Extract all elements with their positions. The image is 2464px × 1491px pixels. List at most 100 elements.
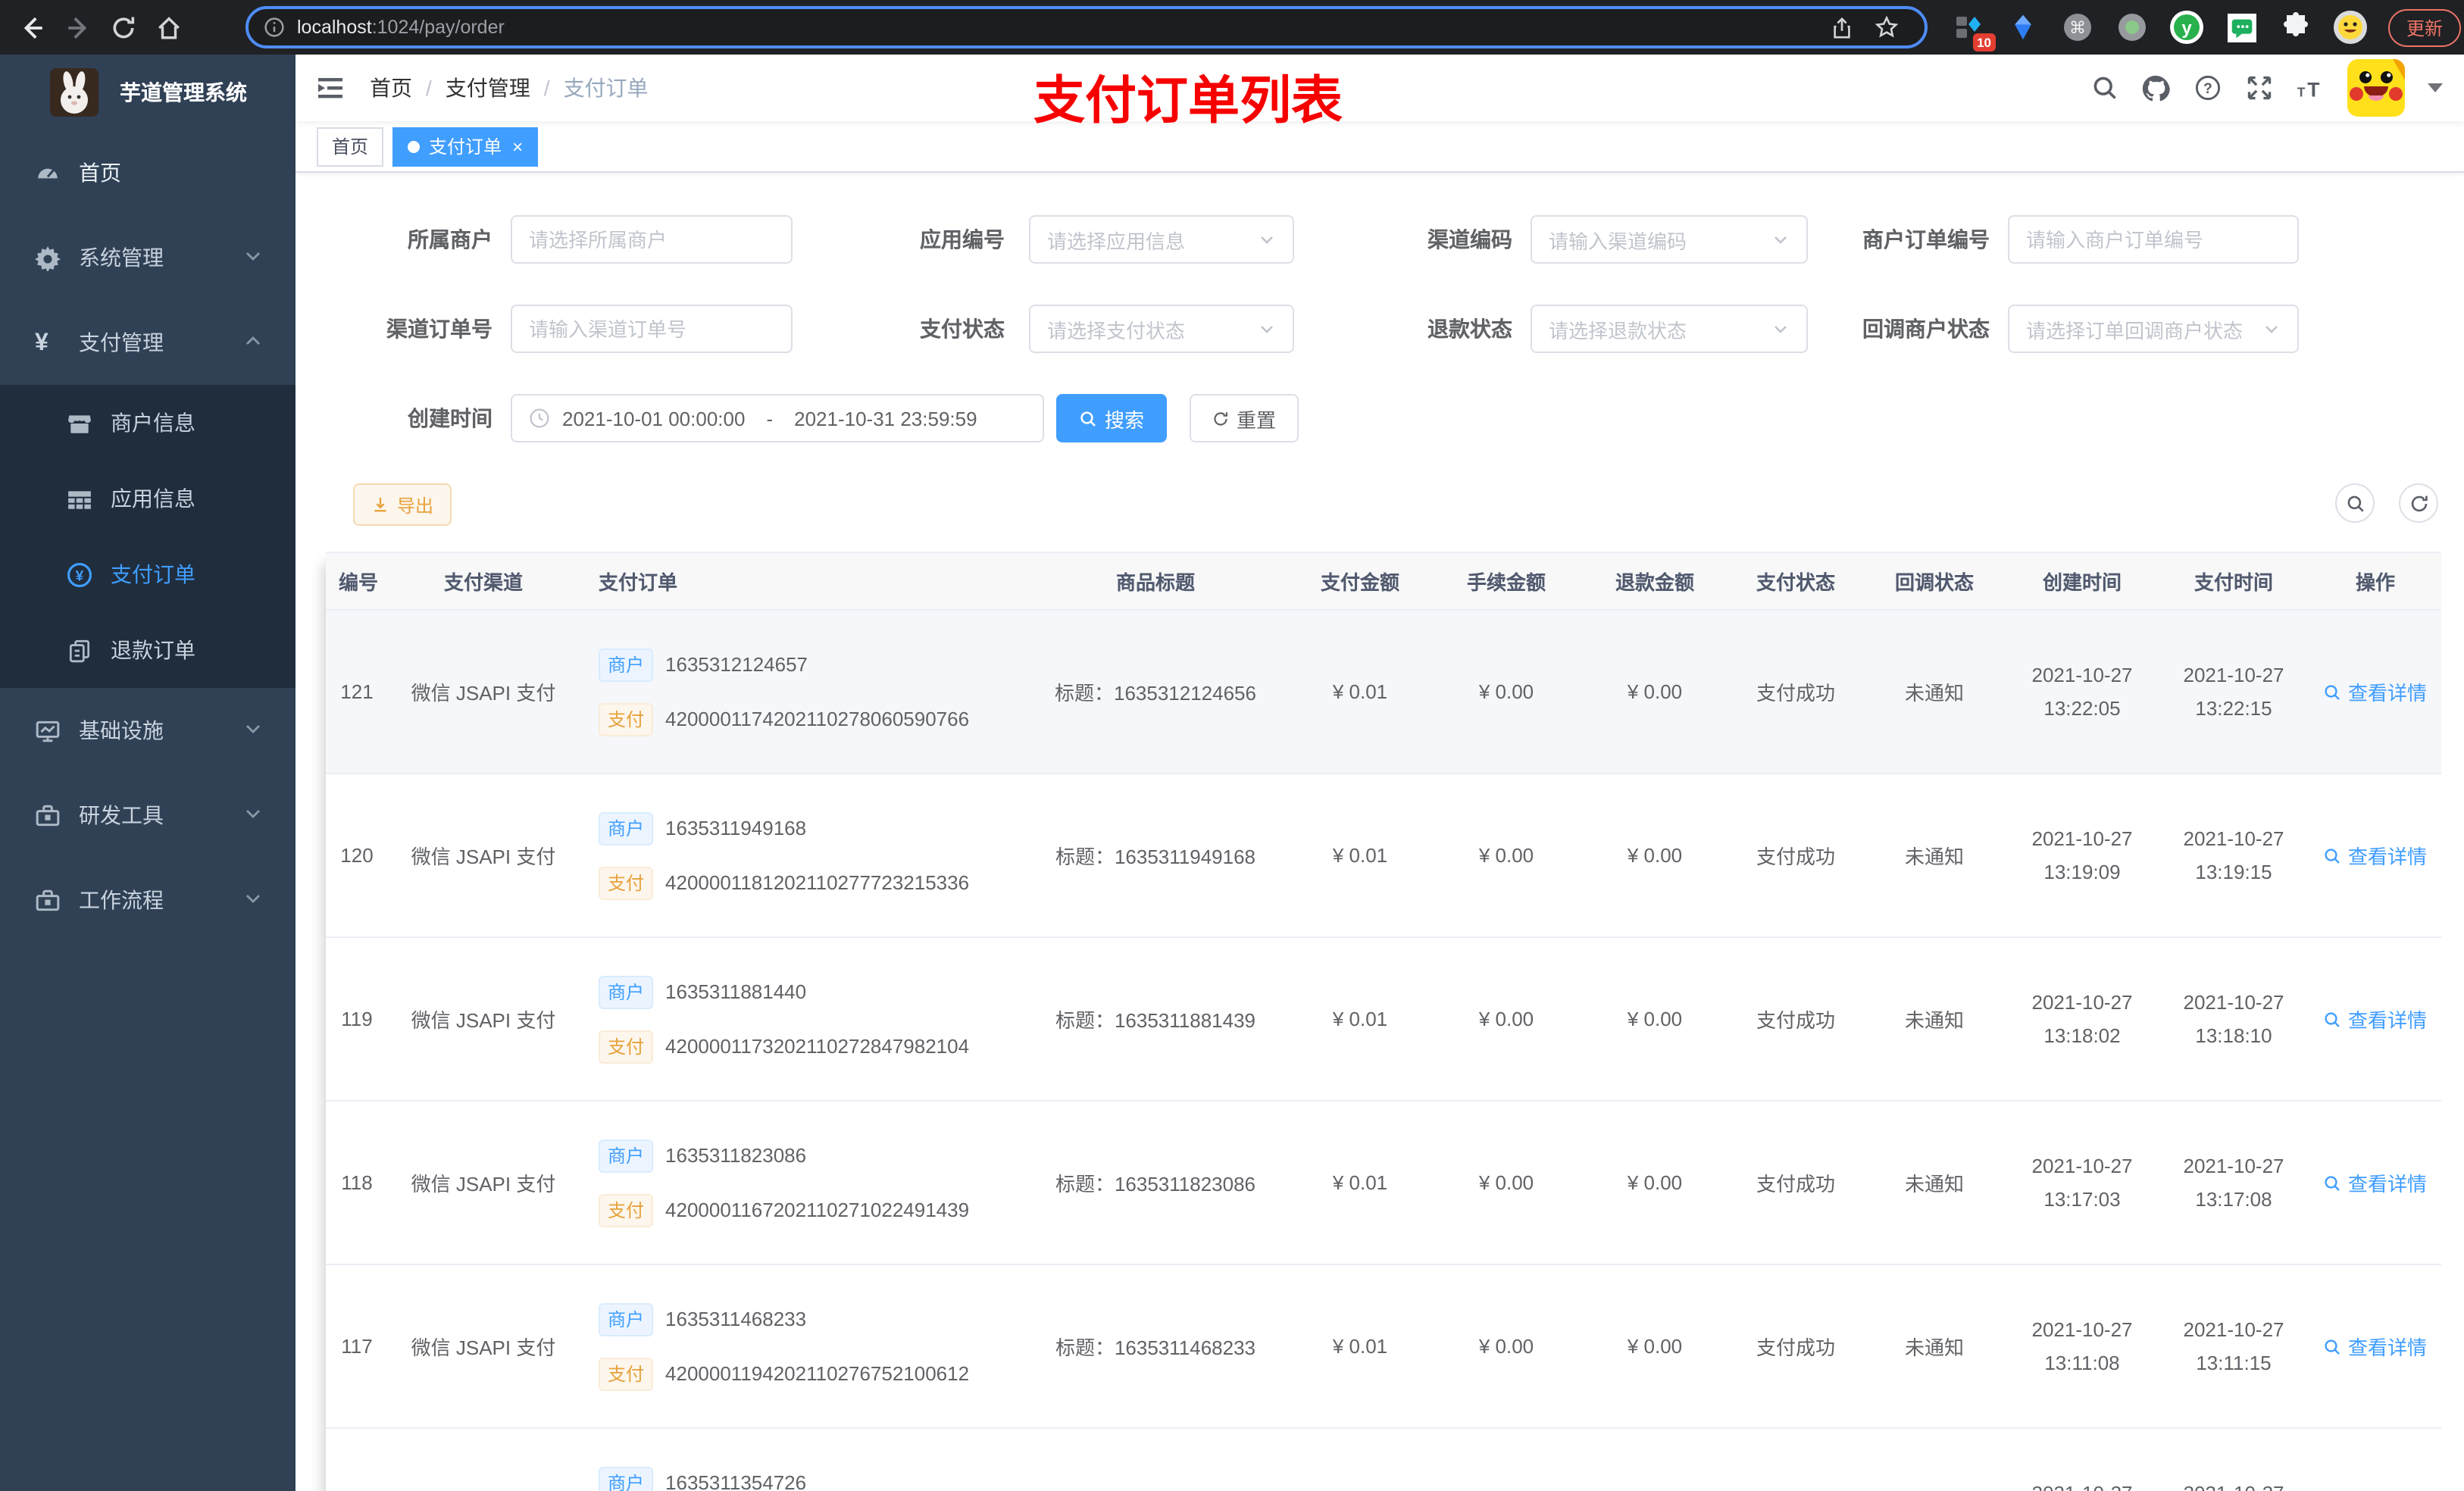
gear-icon [35, 245, 61, 270]
documents-icon [67, 637, 92, 663]
sidebar-submenu-pay: 商户信息 应用信息 ¥ 支付订单 退款订单 [0, 385, 295, 688]
extension-gem-icon[interactable] [2006, 11, 2040, 44]
merchant-input[interactable] [511, 215, 793, 264]
sidebar-item-refund-order[interactable]: 退款订单 [0, 612, 295, 688]
refund-status-select[interactable]: 请选择退款状态 [1531, 305, 1808, 353]
pay-status-select[interactable]: 请选择支付状态 [1029, 305, 1294, 353]
sidebar-item-merchant-info[interactable]: 商户信息 [0, 385, 295, 461]
merchant-order-no: 1635311468233 [665, 1308, 807, 1330]
extension-emoji-icon[interactable] [2334, 11, 2367, 44]
extension-recorder-icon[interactable] [2115, 11, 2149, 44]
extension-y-icon[interactable]: y [2170, 11, 2203, 44]
extension-chat-icon[interactable] [2225, 11, 2258, 44]
avatar[interactable] [2347, 59, 2405, 117]
sidebar-item-infra[interactable]: 基础设施 [0, 688, 295, 773]
site-info-icon[interactable] [264, 17, 285, 38]
fullscreen-icon[interactable] [2244, 73, 2273, 102]
sidebar-toggle-icon[interactable] [315, 73, 346, 103]
merchant-order-no: 1635311881440 [665, 980, 807, 1003]
col-title: 商品标题 [1115, 571, 1195, 594]
notify-status-select[interactable]: 请选择订单回调商户状态 [2008, 305, 2299, 353]
date-start: 2021-10-01 00:00:00 [562, 407, 746, 430]
circle-yen-icon: ¥ [67, 561, 92, 587]
font-size-icon[interactable]: TT [2296, 73, 2325, 102]
refresh-table-icon[interactable] [2399, 483, 2438, 523]
channel-order-input[interactable] [511, 305, 793, 353]
order-status: 支付成功 [1756, 1336, 1835, 1359]
sidebar-item-workflow[interactable]: 工作流程 [0, 858, 295, 942]
order-numbers: 商户 1635311949168 支付 42000011812021102777… [568, 811, 1023, 899]
briefcase-icon [35, 887, 61, 913]
sidebar-item-devtools[interactable]: 研发工具 [0, 773, 295, 858]
breadcrumb-home[interactable]: 首页 [370, 73, 412, 103]
breadcrumb-pay[interactable]: 支付管理 [446, 73, 530, 103]
view-detail-link[interactable]: 查看详情 [2324, 1005, 2427, 1033]
help-icon[interactable]: ? [2193, 73, 2222, 102]
export-button[interactable]: 导出 [353, 483, 452, 526]
search-button[interactable]: 搜索 [1056, 394, 1167, 442]
bookmark-star-icon[interactable] [1864, 5, 1909, 50]
order-channel: 微信 JSAPI 支付 [411, 1009, 556, 1032]
date-range-input[interactable]: 2021-10-01 00:00:00 - 2021-10-31 23:59:5… [511, 394, 1044, 442]
col-actions: 操作 [2355, 571, 2395, 594]
table-body: 121 微信 JSAPI 支付 商户 1635312124657 支付 4200… [326, 611, 2441, 1491]
filter-row-1: 所属商户 应用编号 请选择应用信息 渠道编码 请输入渠道编码 商户订单编号 [326, 215, 2441, 264]
merchant-order-input[interactable] [2008, 215, 2299, 264]
tag-close-icon[interactable]: × [512, 137, 523, 155]
browser-back-icon[interactable] [9, 5, 55, 50]
screen: localhost:1024/pay/order 10 ⌘ y 更新 芋道管理系… [0, 0, 2464, 1491]
view-detail-link[interactable]: 查看详情 [2324, 841, 2427, 870]
search-icon[interactable] [2090, 73, 2118, 102]
browser-update-button[interactable]: 更新 [2388, 8, 2462, 46]
github-icon[interactable] [2141, 73, 2170, 102]
view-detail-link[interactable]: 查看详情 [2324, 1168, 2427, 1197]
app-select[interactable]: 请选择应用信息 [1029, 215, 1294, 264]
sidebar-item-app-info[interactable]: 应用信息 [0, 461, 295, 536]
channel-code-select[interactable]: 请输入渠道编码 [1531, 215, 1808, 264]
avatar-caret-icon[interactable] [2428, 83, 2443, 92]
extension-tabs-icon[interactable]: 10 [1952, 11, 1996, 52]
app-label: 应用编号 [920, 227, 1005, 252]
app-title: 芋道管理系统 [120, 80, 247, 105]
pay-order-no: 4200001174202110278060590766 [665, 708, 970, 730]
extension-command-icon[interactable]: ⌘ [2061, 11, 2094, 44]
extension-puzzle-icon[interactable] [2279, 11, 2312, 44]
order-fee: ¥ 0.00 [1478, 1335, 1534, 1358]
sidebar-logo[interactable]: 芋道管理系统 [0, 55, 295, 130]
browser-forward-icon[interactable] [55, 5, 100, 50]
browser-reload-icon[interactable] [100, 5, 145, 50]
sidebar-item-system[interactable]: 系统管理 [0, 215, 295, 300]
share-icon[interactable] [1818, 5, 1864, 50]
sidebar-item-pay-order[interactable]: ¥ 支付订单 [0, 536, 295, 612]
sidebar-item-pay[interactable]: ¥ 支付管理 [0, 300, 295, 385]
order-title: 标题：1635311881439 [1055, 1009, 1256, 1032]
extension-badge: 10 [1972, 33, 1996, 52]
view-detail-link[interactable]: 查看详情 [2324, 677, 2427, 706]
address-bar[interactable]: localhost:1024/pay/order [245, 6, 1928, 48]
table-row: 120 微信 JSAPI 支付 商户 1635311949168 支付 4200… [326, 774, 2441, 938]
create-time-label: 创建时间 [408, 406, 492, 430]
order-refund: ¥ 0.00 [1627, 680, 1683, 703]
view-detail-link[interactable]: 查看详情 [2324, 1332, 2427, 1361]
sidebar-item-home[interactable]: 首页 [0, 130, 295, 215]
merchant-order-no: 1635311354726 [665, 1471, 807, 1491]
order-pay-time: 2021-10-2713:09:20 [2158, 1477, 2309, 1491]
order-status: 支付成功 [1756, 682, 1835, 705]
hide-search-icon[interactable] [2335, 483, 2375, 523]
merchant-label: 所属商户 [408, 227, 492, 252]
pay-tag: 支付 [599, 866, 654, 899]
tag-home[interactable]: 首页 [317, 127, 384, 166]
clock-icon [529, 408, 550, 429]
reset-button[interactable]: 重置 [1190, 394, 1299, 442]
table-row: 117 微信 JSAPI 支付 商户 1635311468233 支付 4200… [326, 1265, 2441, 1429]
url-text: localhost:1024/pay/order [297, 17, 505, 38]
magnifier-icon [2325, 1339, 2340, 1354]
col-channel: 支付渠道 [443, 571, 523, 594]
order-amount: ¥ 0.01 [1332, 844, 1388, 867]
refresh-icon [1214, 411, 1228, 425]
tag-pay-order[interactable]: 支付订单 × [392, 127, 539, 166]
merchant-tag: 商户 [599, 811, 654, 845]
col-pay-time: 支付时间 [2194, 571, 2273, 594]
order-amount: ¥ 0.01 [1332, 1008, 1388, 1030]
browser-home-icon[interactable] [145, 5, 191, 50]
